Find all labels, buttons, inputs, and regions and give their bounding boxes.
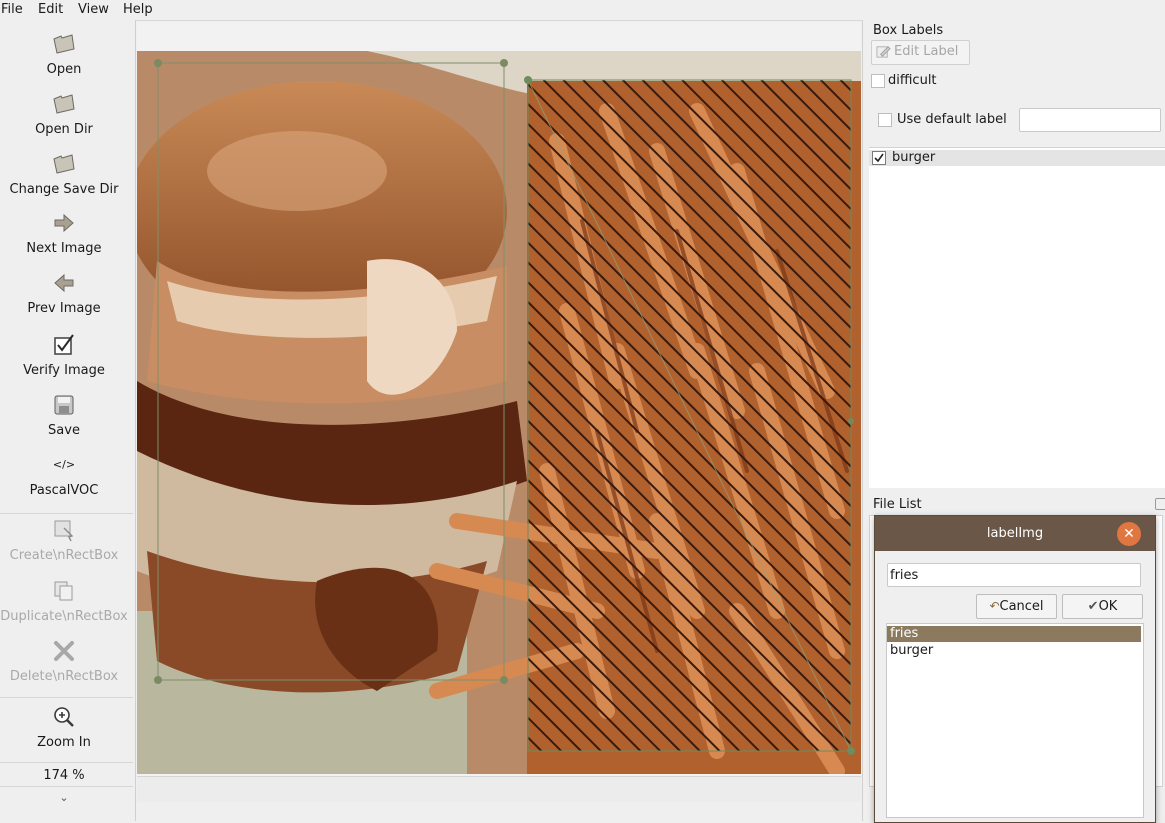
save-label: Save — [48, 423, 80, 438]
toolbar-divider — [0, 762, 133, 763]
box-vertex[interactable] — [154, 676, 162, 684]
open-dir-label: Open Dir — [35, 122, 93, 137]
open-button[interactable]: Open — [0, 32, 128, 77]
zoom-in-label: Zoom In — [37, 735, 91, 750]
delete-rectbox-button[interactable]: Delete\nRectBox — [0, 639, 128, 684]
checkbox-check-icon — [54, 334, 74, 355]
label-option-selected[interactable]: fries — [887, 626, 1141, 642]
close-icon[interactable]: ✕ — [1117, 522, 1141, 546]
save-button[interactable]: Save — [0, 393, 128, 438]
image-canvas[interactable] — [137, 22, 861, 802]
use-default-label-label: Use default label — [897, 112, 1007, 127]
ok-button[interactable]: ✔OK — [1062, 594, 1143, 619]
next-image-button[interactable]: Next Image — [0, 211, 128, 256]
change-save-dir-button[interactable]: Change Save Dir — [0, 152, 128, 197]
box-vertex[interactable] — [500, 676, 508, 684]
ok-label: OK — [1098, 599, 1118, 614]
label-visibility-checkbox[interactable] — [872, 151, 886, 165]
left-toolbar: Open Open Dir Change Save Dir Next Image… — [0, 20, 136, 821]
next-image-label: Next Image — [26, 241, 102, 256]
box-labels-title: Box Labels — [873, 23, 944, 38]
verify-image-button[interactable]: Verify Image — [0, 333, 128, 378]
file-list-title: File List — [873, 497, 922, 512]
check-icon: ✔ — [1087, 599, 1099, 614]
create-box-icon — [54, 520, 74, 542]
label-option[interactable]: burger — [887, 643, 1141, 659]
zoom-in-button[interactable]: Zoom In — [0, 705, 128, 750]
label-list-item-text: burger — [892, 150, 936, 165]
check-icon — [874, 153, 884, 163]
toolbar-divider — [0, 786, 133, 787]
toolbar-divider — [0, 697, 133, 698]
delete-rectbox-label: Delete\nRectBox — [9, 669, 119, 684]
label-suggestion-list[interactable]: fries burger — [886, 623, 1144, 818]
toolbar-divider — [0, 513, 133, 514]
menu-edit[interactable]: Edit — [38, 2, 63, 17]
floppy-disk-icon — [54, 395, 74, 415]
prev-image-button[interactable]: Prev Image — [0, 271, 128, 316]
edit-label-text: Edit Label — [894, 44, 959, 59]
arrow-left-icon — [54, 273, 74, 293]
label-list-item[interactable]: burger — [869, 150, 1165, 166]
cancel-button[interactable]: ↶Cancel — [976, 594, 1057, 619]
horizontal-scrollbar[interactable] — [137, 776, 861, 802]
dialog-titlebar[interactable]: labelImg ✕ — [875, 516, 1155, 551]
arrow-right-icon — [54, 213, 74, 233]
difficult-checkbox[interactable] — [871, 74, 885, 88]
menu-view[interactable]: View — [78, 2, 109, 17]
menu-help[interactable]: Help — [123, 2, 153, 17]
cancel-label: Cancel — [999, 599, 1044, 614]
menu-file[interactable]: File — [1, 2, 23, 17]
food-photo — [137, 51, 861, 774]
folder-open-icon — [53, 154, 75, 174]
format-label: PascalVOC — [29, 483, 99, 498]
folder-open-icon — [53, 94, 75, 114]
prev-image-label: Prev Image — [27, 301, 101, 316]
duplicate-rectbox-label: Duplicate\nRectBox — [0, 609, 128, 624]
verify-image-label: Verify Image — [23, 363, 105, 378]
default-label-input[interactable] — [1019, 108, 1161, 132]
dialog-title: labelImg — [986, 526, 1044, 541]
undo-arrow-icon: ↶ — [989, 599, 1000, 613]
create-rectbox-label: Create\nRectBox — [9, 548, 119, 563]
box-vertex[interactable] — [847, 747, 855, 755]
use-default-label-checkbox[interactable] — [878, 113, 892, 127]
label-list[interactable]: burger — [869, 147, 1165, 488]
box-vertex[interactable] — [848, 418, 854, 424]
delete-x-icon — [54, 641, 74, 661]
duplicate-icon — [54, 581, 73, 601]
label-dialog: labelImg ✕ fries ↶Cancel ✔OK fries burge… — [874, 515, 1156, 823]
zoom-spinbox[interactable]: 174 % — [0, 768, 128, 783]
menu-bar: File Edit View Help — [0, 0, 1165, 21]
box-vertex[interactable] — [500, 59, 508, 67]
folder-open-icon — [53, 34, 75, 54]
duplicate-rectbox-button[interactable]: Duplicate\nRectBox — [0, 579, 128, 624]
box-vertex[interactable] — [154, 59, 162, 67]
edit-label-button[interactable]: Edit Label — [871, 40, 970, 65]
change-save-dir-label: Change Save Dir — [9, 182, 119, 197]
edit-pencil-icon — [876, 46, 891, 58]
dock-float-icon[interactable] — [1155, 498, 1165, 510]
label-input[interactable]: fries — [887, 563, 1141, 587]
open-label: Open — [46, 62, 82, 77]
toolbar-extension-chevron-icon[interactable]: ⌄ — [0, 791, 128, 804]
code-icon: </> — [52, 458, 76, 471]
open-dir-button[interactable]: Open Dir — [0, 92, 128, 137]
box-vertex[interactable] — [524, 76, 532, 84]
zoom-in-icon — [54, 707, 74, 727]
difficult-label: difficult — [888, 73, 937, 88]
format-toggle-button[interactable]: </> PascalVOC — [0, 455, 128, 498]
create-rectbox-button[interactable]: Create\nRectBox — [0, 518, 128, 563]
